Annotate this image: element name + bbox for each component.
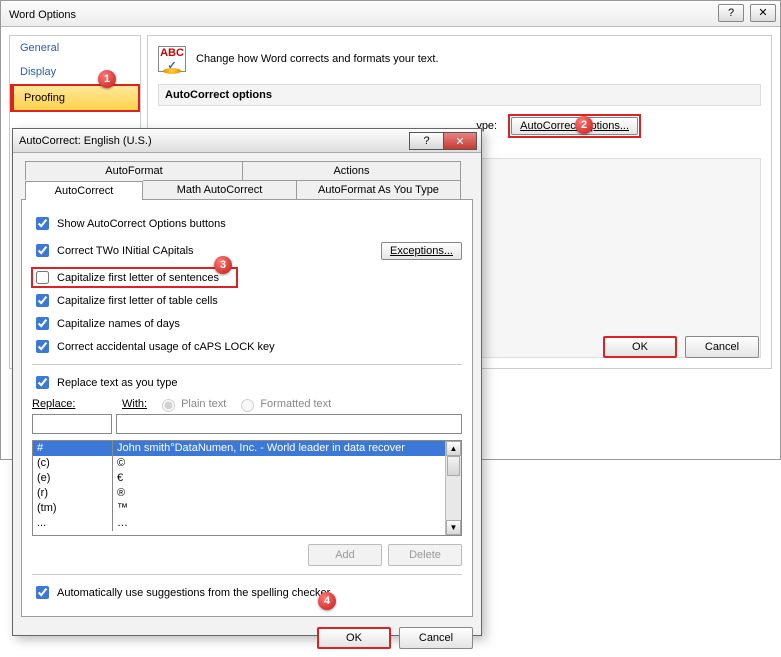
tab-autocorrect[interactable]: AutoCorrect	[25, 181, 143, 200]
table-row[interactable]: (tm)™	[33, 501, 445, 516]
check-auto-suggest-input[interactable]	[36, 586, 49, 599]
scroll-thumb[interactable]	[447, 456, 460, 476]
close-button[interactable]: ✕	[750, 4, 776, 22]
check-auto-suggest[interactable]: Automatically use suggestions from the s…	[32, 583, 462, 602]
check-cap-days-input[interactable]	[36, 317, 49, 330]
check-two-initial-input[interactable]	[36, 244, 49, 257]
replace-input[interactable]	[32, 414, 112, 434]
autocorrect-table[interactable]: #John smith°DataNumen, Inc. - World lead…	[32, 440, 462, 536]
check-caps-lock[interactable]: Correct accidental usage of cAPS LOCK ke…	[32, 337, 462, 356]
autocorrect-help-button[interactable]: ?	[409, 132, 443, 150]
close-icon: ✕	[758, 0, 767, 26]
tab-actions[interactable]: Actions	[243, 161, 461, 180]
word-options-title: Word Options	[9, 9, 76, 21]
table-row[interactable]: (e)€	[33, 471, 445, 486]
annotation-2: 2	[575, 116, 593, 134]
tab-math-autocorrect[interactable]: Math AutoCorrect	[143, 180, 297, 199]
autocorrect-close-button[interactable]: ✕	[443, 132, 477, 150]
word-options-cancel-button[interactable]: Cancel	[685, 336, 759, 358]
check-cap-sentence-input[interactable]	[36, 271, 49, 284]
radio-formatted-text[interactable]: Formatted text	[236, 396, 331, 412]
autocorrect-scrollbar[interactable]: ▲ ▼	[445, 441, 461, 535]
help-icon: ?	[728, 0, 734, 26]
add-button: Add	[308, 544, 382, 566]
table-row[interactable]: (r)®	[33, 486, 445, 501]
exceptions-button[interactable]: Exceptions...	[381, 242, 462, 260]
with-input[interactable]	[116, 414, 462, 434]
check-show-buttons[interactable]: Show AutoCorrect Options buttons	[32, 214, 462, 233]
autocorrect-panel: Show AutoCorrect Options buttons Correct…	[21, 199, 473, 617]
check-cap-sentence[interactable]: Capitalize first letter of sentences	[32, 268, 237, 287]
check-show-buttons-input[interactable]	[36, 217, 49, 230]
scroll-up-button[interactable]: ▲	[446, 441, 461, 456]
autocorrect-section-header: AutoCorrect options	[158, 84, 761, 106]
autocorrect-titlebar: AutoCorrect: English (U.S.) ? ✕	[13, 129, 481, 153]
check-cap-table-input[interactable]	[36, 294, 49, 307]
radio-plain-text[interactable]: Plain text	[157, 396, 226, 412]
annotation-4: 4	[318, 592, 336, 610]
table-row[interactable]: ...…	[33, 516, 445, 531]
proofing-icon: ABC✓	[158, 46, 186, 72]
autocorrect-dialog: AutoCorrect: English (U.S.) ? ✕ AutoForm…	[12, 128, 482, 636]
check-replace-as-type-input[interactable]	[36, 376, 49, 389]
nav-display[interactable]: Display	[10, 60, 140, 84]
autocorrect-ok-button[interactable]: OK	[317, 627, 391, 649]
nav-proofing[interactable]: Proofing	[10, 84, 140, 112]
help-button[interactable]: ?	[718, 4, 744, 22]
delete-button: Delete	[388, 544, 462, 566]
word-options-ok-button[interactable]: OK	[603, 336, 677, 358]
replace-label: Replace:	[32, 398, 112, 410]
with-label: With:	[122, 398, 147, 410]
check-cap-days[interactable]: Capitalize names of days	[32, 314, 462, 333]
autocorrect-cancel-button[interactable]: Cancel	[399, 627, 473, 649]
tab-autoformat[interactable]: AutoFormat	[25, 161, 243, 180]
help-icon: ?	[423, 135, 429, 147]
proofing-header-text: Change how Word corrects and formats you…	[196, 53, 439, 65]
autocorrect-title: AutoCorrect: English (U.S.)	[19, 135, 152, 147]
close-icon: ✕	[455, 135, 464, 148]
check-replace-as-type[interactable]: Replace text as you type	[32, 373, 462, 392]
tab-autoformat-as-you-type[interactable]: AutoFormat As You Type	[297, 180, 461, 199]
table-row[interactable]: (c)©	[33, 456, 445, 471]
table-row[interactable]: #John smith°DataNumen, Inc. - World lead…	[33, 441, 445, 456]
check-cap-table[interactable]: Capitalize first letter of table cells	[32, 291, 462, 310]
word-options-titlebar: Word Options ? ✕	[1, 1, 780, 27]
annotation-3: 3	[214, 256, 232, 274]
check-two-initial[interactable]: Correct TWo INitial CApitals	[32, 241, 194, 260]
annotation-1: 1	[98, 70, 116, 88]
nav-general[interactable]: General	[10, 36, 140, 60]
check-caps-lock-input[interactable]	[36, 340, 49, 353]
scroll-down-button[interactable]: ▼	[446, 520, 461, 535]
